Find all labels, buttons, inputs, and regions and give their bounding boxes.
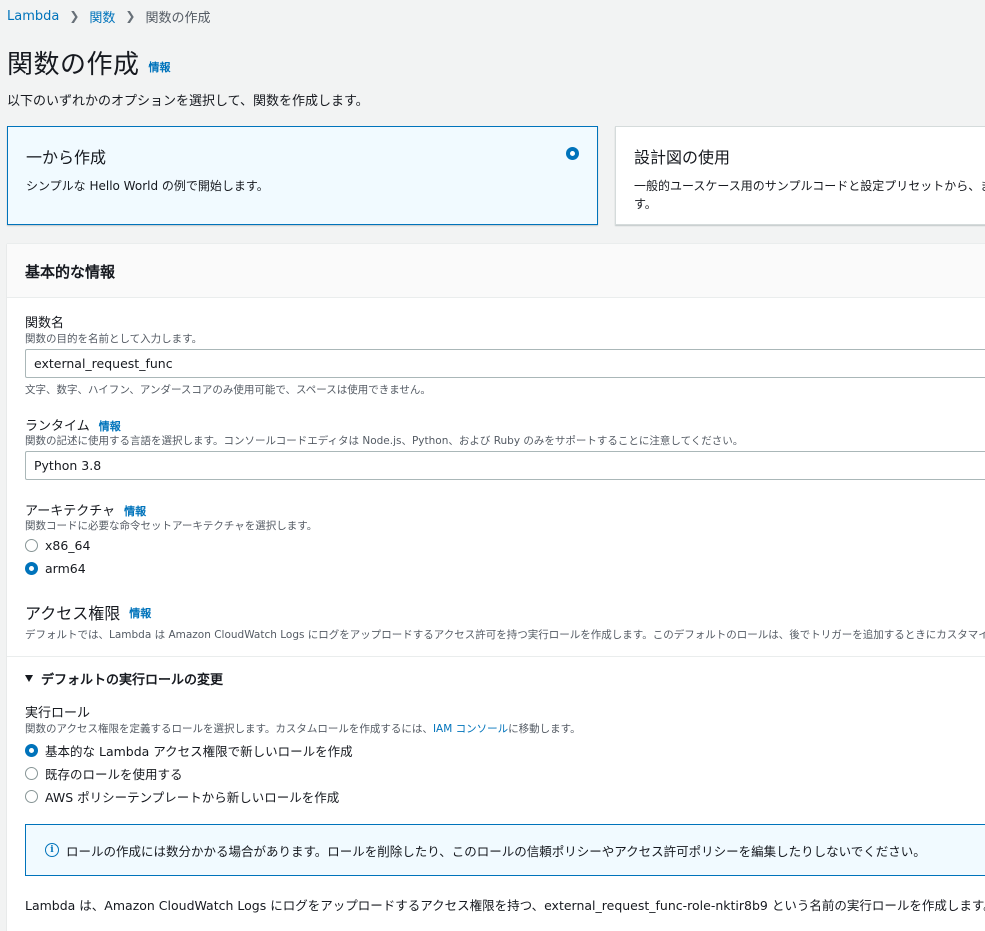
alert-text: ロールの作成には数分かかる場合があります。ロールを削除したり、このロールの信頼ポ… [66,843,926,859]
architecture-info-link[interactable]: 情報 [124,501,146,519]
info-alert: i ロールの作成には数分かかる場合があります。ロールを削除したり、このロールの信… [25,824,985,876]
permissions-info-link[interactable]: 情報 [129,603,151,621]
description-text: 関数のアクセス権限を定義するロールを選択します。カスタムロールを作成するには、 [25,723,433,735]
function-name-constraint: 文字、数字、ハイフン、アンダースコアのみ使用可能で、スペースは使用できません。 [25,384,431,396]
runtime-label: ランタイム [25,419,90,434]
basic-info-panel: 基本的な情報 関数名 関数の目的を名前として入力します。 external_re… [7,243,985,931]
execution-role-description: 関数のアクセス権限を定義するロールを選択します。カスタムロールを作成するには、I… [25,721,581,736]
expander-label: デフォルトの実行ロールの変更 [41,673,224,688]
option-description: 一般的ユースケース用のサンプルコードと設定プリセットから、ます。 [634,179,985,211]
architecture-label-row: アーキテクチャ 情報 [25,500,146,519]
change-default-role-expander[interactable]: デフォルトの実行ロールの変更 [25,669,223,688]
function-name-input[interactable]: external_request_func [25,349,985,378]
role-option-policy-template[interactable]: AWS ポリシーテンプレートから新しいロールを作成 [25,787,339,806]
radio-button[interactable] [25,539,38,552]
divider [7,656,985,657]
role-creation-note: Lambda は、Amazon CloudWatch Logs にログをアップロ… [25,898,985,913]
breadcrumb-lambda[interactable]: Lambda [7,9,59,24]
panel-title: 基本的な情報 [25,263,116,281]
option-title: 一から作成 [26,148,107,167]
radio-button[interactable] [25,767,38,780]
function-name-label: 関数名 [25,316,65,331]
radio-label: 基本的な Lambda アクセス権限で新しいロールを作成 [45,744,353,759]
page-header: 関数の作成 情報 [7,44,171,80]
option-radio-selected[interactable] [566,147,579,160]
iam-console-link[interactable]: IAM コンソール [433,723,508,735]
panel-header: 基本的な情報 [7,244,985,298]
option-title: 設計図の使用 [634,148,731,167]
page-subtitle: 以下のいずれかのオプションを選択して、関数を作成します。 [7,94,369,109]
runtime-label-row: ランタイム 情報 [25,415,121,434]
runtime-select[interactable]: Python 3.8 [25,451,985,480]
permissions-title: アクセス権限 [25,604,121,623]
architecture-description: 関数コードに必要な命令セットアーキテクチャを選択します。 [25,520,318,532]
radio-label: AWS ポリシーテンプレートから新しいロールを作成 [45,790,340,805]
runtime-info-link[interactable]: 情報 [99,416,121,434]
radio-button[interactable] [25,790,38,803]
radio-label: arm64 [45,561,86,576]
radio-button-selected[interactable] [25,562,38,575]
caret-down-icon [25,675,33,682]
architecture-label: アーキテクチャ [25,504,116,519]
radio-button-selected[interactable] [25,744,38,757]
breadcrumb-current: 関数の作成 [145,10,211,26]
info-icon: i [45,843,59,857]
chevron-right-icon: ❯ [125,9,136,23]
info-link[interactable]: 情報 [149,49,171,75]
role-option-use-existing[interactable]: 既存のロールを使用する [25,764,183,783]
radio-label: 既存のロールを使用する [45,767,183,782]
execution-role-label: 実行ロール [25,706,91,721]
architecture-option-x86_64[interactable]: x86_64 [25,538,90,553]
option-description: シンプルな Hello World の例で開始します。 [26,179,269,193]
description-text: に移動します。 [508,723,581,735]
permissions-header: アクセス権限 情報 [25,600,151,624]
page-title: 関数の作成 [7,49,140,80]
runtime-description: 関数の記述に使用する言語を選択します。コンソールコードエディタは Node.js… [25,435,744,447]
option-author-from-scratch[interactable]: 一から作成 シンプルな Hello World の例で開始します。 [7,126,598,225]
option-use-blueprint[interactable]: 設計図の使用 一般的ユースケース用のサンプルコードと設定プリセットから、ます。 [615,126,985,225]
breadcrumb: Lambda ❯ 関数 ❯ 関数の作成 [7,6,211,26]
chevron-right-icon: ❯ [69,9,80,23]
permissions-description: デフォルトでは、Lambda は Amazon CloudWatch Logs … [25,629,985,641]
role-option-create-new[interactable]: 基本的な Lambda アクセス権限で新しいロールを作成 [25,741,353,760]
radio-label: x86_64 [45,538,91,553]
function-name-description: 関数の目的を名前として入力します。 [25,333,203,345]
page: Lambda ❯ 関数 ❯ 関数の作成 関数の作成 情報 以下のいずれかのオプシ… [0,0,985,931]
breadcrumb-functions[interactable]: 関数 [89,7,115,26]
architecture-option-arm64[interactable]: arm64 [25,561,86,576]
